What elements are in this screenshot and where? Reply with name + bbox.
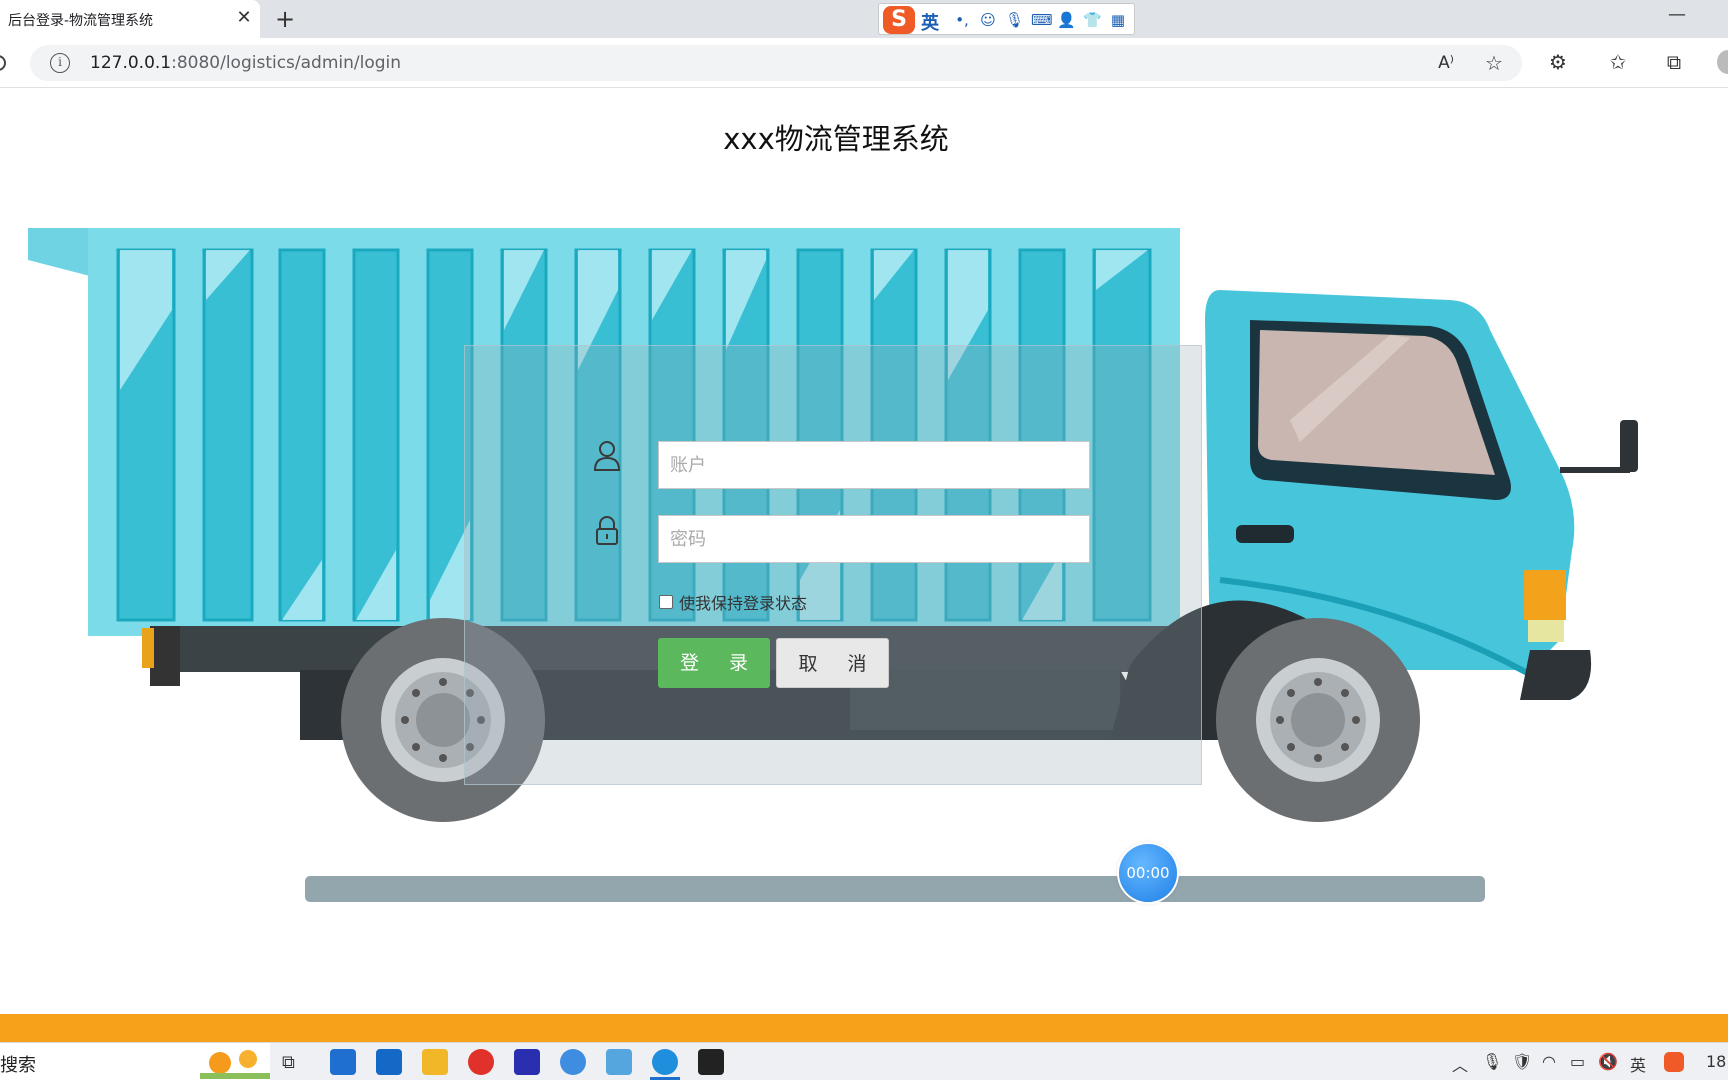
emoji-icon[interactable]: ☺ bbox=[979, 11, 997, 29]
password-input[interactable] bbox=[658, 515, 1090, 563]
battery-icon[interactable]: ▭ bbox=[1570, 1052, 1585, 1071]
punctuation-icon[interactable]: •, bbox=[953, 11, 971, 29]
input-language-indicator[interactable]: 英 bbox=[1630, 1052, 1646, 1076]
ime-language-indicator[interactable]: 英 bbox=[921, 9, 939, 35]
file-explorer-icon[interactable] bbox=[422, 1049, 448, 1075]
tray-overflow-icon[interactable]: ︿ bbox=[1452, 1052, 1468, 1076]
site-info-icon[interactable]: i bbox=[50, 53, 70, 73]
url-text[interactable]: 127.0.0.1:8080/logistics/admin/login bbox=[90, 53, 401, 73]
task-view-icon[interactable]: ⧉ bbox=[282, 1052, 295, 1073]
volume-muted-icon[interactable]: 🔇 bbox=[1598, 1052, 1618, 1071]
bottom-banner-strip bbox=[0, 1014, 1728, 1042]
skin-shirt-icon[interactable]: 👕 bbox=[1083, 11, 1102, 29]
login-panel bbox=[464, 345, 1202, 785]
extensions-icon[interactable]: ⚙ bbox=[1546, 50, 1570, 74]
remember-me-checkbox[interactable] bbox=[659, 595, 673, 609]
close-tab-icon[interactable]: ✕ bbox=[234, 8, 254, 28]
page-title: xxx物流管理系统 bbox=[723, 122, 949, 156]
remember-me[interactable]: 使我保持登录状态 bbox=[659, 590, 807, 614]
profile-avatar[interactable] bbox=[1717, 50, 1728, 74]
intellij-icon[interactable] bbox=[514, 1049, 540, 1075]
keyboard-icon[interactable]: ⌨ bbox=[1031, 11, 1053, 29]
login-button[interactable]: 登 录 bbox=[658, 638, 770, 688]
cancel-button[interactable]: 取 消 bbox=[776, 638, 889, 688]
app-red-icon[interactable] bbox=[468, 1049, 494, 1075]
flower-decoration-icon bbox=[200, 1050, 270, 1079]
refresh-icon[interactable] bbox=[0, 52, 8, 74]
app-notes-icon[interactable] bbox=[606, 1049, 632, 1075]
browser-tab-strip: 后台登录-物流管理系统 ✕ + S 英 •, ☺ 🎙 ⌨ 👤 👕 ▦ — bbox=[0, 0, 1728, 38]
remember-me-label: 使我保持登录状态 bbox=[679, 594, 808, 613]
add-favorite-icon[interactable]: ☆ bbox=[1482, 51, 1506, 75]
sogou-logo-icon[interactable]: S bbox=[883, 6, 915, 34]
microphone-icon[interactable]: 🎙 bbox=[1005, 11, 1024, 29]
store-icon[interactable] bbox=[330, 1049, 356, 1075]
minimize-window-button[interactable]: — bbox=[1668, 4, 1686, 25]
username-input[interactable] bbox=[658, 441, 1090, 489]
sogou-tray-icon[interactable] bbox=[1664, 1052, 1684, 1072]
new-tab-button[interactable]: + bbox=[272, 6, 298, 32]
terminal-icon[interactable] bbox=[698, 1049, 724, 1075]
grid-menu-icon[interactable]: ▦ bbox=[1109, 11, 1127, 29]
favorites-icon[interactable]: ✩ bbox=[1606, 50, 1630, 74]
tab-title: 后台登录-物流管理系统 bbox=[8, 13, 154, 29]
read-aloud-icon[interactable]: A⁾ bbox=[1434, 51, 1458, 75]
edge-icon[interactable] bbox=[652, 1049, 678, 1075]
browser-tab-active[interactable]: 后台登录-物流管理系统 ✕ bbox=[0, 0, 260, 38]
user-icon bbox=[593, 441, 621, 471]
taskbar-search[interactable]: 搜索 bbox=[0, 1043, 270, 1080]
lock-icon bbox=[596, 516, 618, 545]
browser-toolbar: i 127.0.0.1:8080/logistics/admin/login A… bbox=[0, 38, 1728, 88]
url-host: 127.0.0.1 bbox=[90, 53, 172, 73]
security-shield-icon[interactable]: 🛡 bbox=[1512, 1052, 1532, 1071]
taskbar: 搜索 ⧉ ︿ 🎙 🛡 ◠ ▭ 🔇 英 18 bbox=[0, 1042, 1728, 1080]
ime-toolbar: S 英 •, ☺ 🎙 ⌨ 👤 👕 ▦ bbox=[878, 3, 1135, 35]
taskbar-search-text: 搜索 bbox=[0, 1055, 36, 1076]
recording-timer[interactable]: 00:00 bbox=[1119, 844, 1177, 902]
clock-text[interactable]: 18 bbox=[1706, 1052, 1726, 1071]
app-browser-icon[interactable] bbox=[560, 1049, 586, 1075]
mail-icon[interactable] bbox=[376, 1049, 402, 1075]
address-bar[interactable]: i 127.0.0.1:8080/logistics/admin/login A… bbox=[30, 45, 1522, 81]
user-icon[interactable]: 👤 bbox=[1057, 11, 1076, 29]
collections-icon[interactable]: ⧉ bbox=[1662, 50, 1686, 74]
microphone-tray-icon[interactable]: 🎙 bbox=[1482, 1052, 1502, 1071]
url-path: :8080/logistics/admin/login bbox=[171, 53, 402, 73]
wifi-icon[interactable]: ◠ bbox=[1542, 1052, 1556, 1071]
